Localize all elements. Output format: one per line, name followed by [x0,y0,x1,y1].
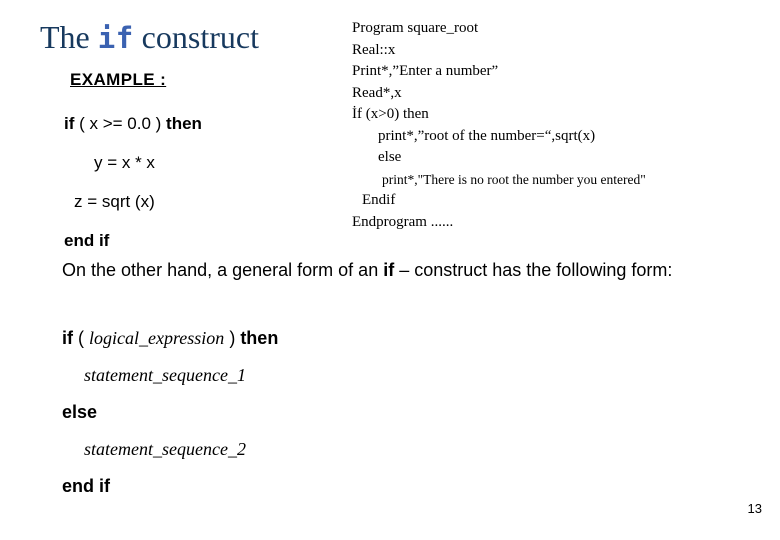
program-line-endprogram: Endprogram ...... [352,213,454,230]
example-code-block: if ( x >= 0.0 ) then y = x * x z = sqrt … [60,104,360,260]
general-form-block: if ( logical_expression ) then statement… [62,320,482,505]
example-statement-y: y = x * x [94,153,155,172]
statement-sequence-1: statement_sequence_1 [84,365,246,385]
body-paragraph: On the other hand, a general form of an … [62,258,742,282]
example-code-line: end if [60,221,360,260]
keyword-if: if [64,114,75,133]
program-line-print-root: print*,”root of the number=“,sqrt(x) [378,127,596,144]
program-line-print-prompt: Print*,”Enter a number” [352,63,499,79]
paren-close: ) [224,328,241,348]
program-listing: Program square_root Real::x Print*,”Ente… [352,18,777,233]
program-line-endif: Endif [362,192,396,208]
program-line-read: Read*,x [352,84,402,101]
logical-expression-placeholder: logical_expression [89,328,225,348]
paren-open: ( [73,328,89,348]
keyword-else: else [62,402,98,422]
keyword-end-if: end if [64,231,110,250]
page-title: The if construct [40,18,340,57]
body-paragraph-part2: – construct has the following form: [394,260,673,280]
keyword-then: then [240,328,279,348]
example-code-line: z = sqrt (x) [60,182,360,221]
program-line-if: İf (x>0) then [352,106,429,122]
keyword-if: if [62,328,73,348]
program-line-real: Real::x [352,41,396,58]
title-suffix: construct [133,19,259,55]
body-paragraph-keyword-if: if [383,260,395,280]
page-number: 13 [747,501,762,516]
example-code-line: y = x * x [60,143,360,182]
example-condition: ( x >= 0.0 ) [74,114,167,133]
keyword-end-if: end if [62,476,110,496]
program-line-print-noroot: print*,"There is no root the number you … [382,171,646,187]
body-paragraph-part1: On the other hand, a general form of an [62,260,384,280]
keyword-then: then [166,114,202,133]
title-keyword-if: if [97,21,134,55]
title-prefix: The [40,19,98,55]
example-heading: EXAMPLE : [70,70,167,89]
program-line-program: Program square_root [352,20,479,36]
statement-sequence-2: statement_sequence_2 [84,439,246,459]
program-line-else: else [378,149,402,165]
example-statement-z: z = sqrt (x) [74,192,155,211]
general-form-line-if: if ( logical_expression ) then [62,320,482,357]
example-code-line: if ( x >= 0.0 ) then [60,104,360,143]
slide: The if construct EXAMPLE : if ( x >= 0.0… [0,0,780,540]
